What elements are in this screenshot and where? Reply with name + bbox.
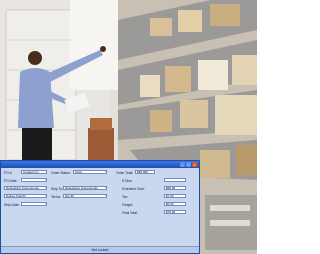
vendor-dropdown[interactable]: Networking Components [4, 186, 47, 190]
final-total-label: Final Total: [122, 211, 138, 215]
order-status-dropdown[interactable]: Open [73, 170, 107, 174]
po-date-field[interactable] [21, 178, 47, 182]
terms-label: Terms: [51, 195, 61, 199]
freight-label: Freight: [122, 203, 134, 207]
close-button[interactable]: × [192, 162, 197, 167]
minimize-button[interactable]: – [180, 162, 185, 167]
order-total-field: $68,000 [135, 170, 155, 174]
maximize-button[interactable]: □ [186, 162, 191, 167]
extended-total-label: Extended Total: [122, 187, 145, 191]
ship-to-dropdown[interactable]: Networking Components [63, 186, 107, 190]
extended-total-field: $68.00 [164, 186, 186, 190]
final-total-field: $75.00 [164, 210, 186, 214]
po-date-label: PO Date: [4, 179, 18, 183]
window-titlebar[interactable]: – □ × [1, 161, 199, 168]
status-bar: Not Locked [1, 246, 199, 253]
order-total-label: Order Total: [116, 171, 134, 175]
ship-to-label: Ship To: [51, 187, 63, 191]
freight-field[interactable]: $0.00 [164, 202, 186, 206]
po-number-field[interactable]: Created On [21, 170, 47, 174]
order-status-label: Order Status: [51, 171, 71, 175]
po-number-label: PO #: [4, 171, 13, 175]
purchase-order-form: PO #: Created On PO Date: Networking Com… [1, 168, 199, 247]
purchase-order-window: – □ × PO #: Created On PO Date: Networki… [0, 160, 200, 254]
tax-field[interactable]: $7.00 [164, 194, 186, 198]
ship-date-label: Ship Date: [4, 203, 20, 207]
discount-field[interactable] [164, 178, 186, 182]
tax-label: Tax: [122, 195, 129, 199]
discount-label: S Disc: [122, 179, 133, 183]
terms-dropdown[interactable]: Net 30 [63, 194, 107, 198]
delivery-dropdown[interactable]: Deliver Freight [4, 194, 47, 198]
ship-date-field[interactable] [21, 202, 47, 206]
